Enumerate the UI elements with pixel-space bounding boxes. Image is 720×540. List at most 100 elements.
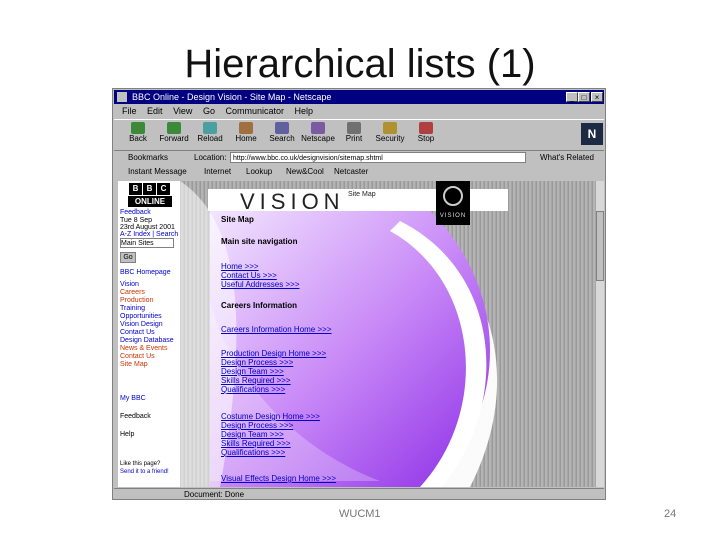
- site-map-heading: Site Map: [221, 215, 254, 224]
- link-design-process[interactable]: Design Process >>>: [221, 358, 293, 367]
- main-nav-heading: Main site navigation: [221, 237, 298, 246]
- link-visual-effects-home[interactable]: Visual Effects Design Home >>>: [221, 474, 336, 483]
- link-costume-design-team[interactable]: Design Team >>>: [221, 430, 284, 439]
- nav-link-vision[interactable]: Vision: [120, 281, 139, 288]
- netscape-icon: [311, 122, 325, 134]
- status-bar: Document: Done: [114, 488, 604, 500]
- instant-message-link[interactable]: Instant Message: [128, 166, 187, 178]
- date-line-2: 23rd August 2001: [120, 224, 175, 231]
- security-button[interactable]: Security: [372, 122, 408, 148]
- link-useful-addresses[interactable]: Useful Addresses >>>: [221, 280, 300, 289]
- nav-link-vision-design[interactable]: Vision Design: [120, 321, 163, 328]
- reload-button[interactable]: Reload: [192, 122, 228, 148]
- nav-link-contact-us[interactable]: Contact Us: [120, 329, 155, 336]
- location-bar: Bookmarks Location: http://www.bbc.co.uk…: [114, 151, 604, 164]
- feedback-top-link[interactable]: Feedback: [120, 209, 151, 216]
- back-button[interactable]: Back: [120, 122, 156, 148]
- security-label: Security: [375, 134, 405, 143]
- internet-link[interactable]: Internet: [204, 166, 231, 178]
- page-content: B B C ONLINE Feedback Tue 8 Sep 23rd Aug…: [118, 181, 596, 487]
- nav-link-feedback[interactable]: Feedback: [120, 413, 151, 420]
- menu-edit[interactable]: Edit: [147, 106, 163, 116]
- search-icon: [275, 122, 289, 134]
- url-field[interactable]: http://www.bbc.co.uk/designvision/sitema…: [230, 152, 526, 163]
- link-production-design-home[interactable]: Production Design Home >>>: [221, 349, 326, 358]
- main-sites-select[interactable]: Main Sites: [120, 238, 174, 248]
- home-label: Home: [235, 134, 257, 143]
- forward-button[interactable]: Forward: [156, 122, 192, 148]
- nav-link-design-database[interactable]: Design Database: [120, 337, 174, 344]
- link-home[interactable]: Home >>>: [221, 262, 259, 271]
- menu-communicator[interactable]: Communicator: [225, 106, 284, 116]
- nav-link-production[interactable]: Production: [120, 297, 153, 304]
- menu-go[interactable]: Go: [203, 106, 215, 116]
- new-and-cool-link[interactable]: New&Cool: [286, 166, 324, 178]
- whats-related-button[interactable]: What's Related: [540, 151, 594, 164]
- site-map-pane: VISION Site Map VISION Site Map Main sit…: [180, 181, 596, 487]
- nav-link-contact-us-2[interactable]: Contact Us: [120, 353, 155, 360]
- personal-toolbar: Instant Message Internet Lookup New&Cool…: [114, 166, 604, 178]
- menu-bar: File Edit View Go Communicator Help: [114, 105, 604, 117]
- az-index-search-link[interactable]: A-Z Index | Search: [120, 231, 178, 238]
- link-contact-us[interactable]: Contact Us >>>: [221, 271, 277, 280]
- careers-heading: Careers Information: [221, 301, 298, 310]
- nav-link-bbc-homepage[interactable]: BBC Homepage: [120, 269, 171, 276]
- printer-icon: [347, 122, 361, 134]
- link-design-team[interactable]: Design Team >>>: [221, 367, 284, 376]
- search-label: Search: [269, 134, 295, 143]
- vision-wordmark: VISION: [240, 189, 345, 214]
- link-skills-required[interactable]: Skills Required >>>: [221, 376, 291, 385]
- online-label: ONLINE: [128, 196, 172, 207]
- scrollbar-thumb[interactable]: [596, 211, 604, 281]
- like-this-page-text: Like this page?: [120, 461, 161, 467]
- forward-arrow-icon: [167, 122, 181, 134]
- vision-logo-text: VISION: [439, 213, 467, 219]
- close-button[interactable]: ×: [591, 92, 603, 102]
- vision-logo: VISION: [436, 181, 470, 225]
- search-button[interactable]: Search: [264, 122, 300, 148]
- back-label: Back: [129, 134, 147, 143]
- maximize-button[interactable]: □: [578, 92, 590, 102]
- status-text: Document: Done: [184, 490, 245, 499]
- print-label: Print: [345, 134, 363, 143]
- bbc-letter-b1: B: [129, 183, 142, 195]
- nav-link-news-events[interactable]: News & Events: [120, 345, 167, 352]
- nav-link-careers[interactable]: Careers: [120, 289, 145, 296]
- slide-page-number: 24: [664, 508, 677, 520]
- back-arrow-icon: [131, 122, 145, 134]
- netcaster-link[interactable]: Netcaster: [334, 166, 368, 178]
- nav-link-my-bbc[interactable]: My BBC: [120, 395, 146, 402]
- slide-footer: WUCM1: [339, 508, 381, 520]
- stop-button[interactable]: Stop: [408, 122, 444, 148]
- nav-link-training[interactable]: Training: [120, 305, 145, 312]
- link-costume-design-process[interactable]: Design Process >>>: [221, 421, 293, 430]
- link-careers-home[interactable]: Careers Information Home >>>: [221, 325, 332, 334]
- nav-link-help[interactable]: Help: [120, 431, 134, 438]
- stop-label: Stop: [417, 134, 435, 143]
- vertical-scrollbar[interactable]: [596, 181, 604, 487]
- send-to-friend-link[interactable]: Send it to a friend!: [120, 469, 169, 475]
- nav-link-opportunities[interactable]: Opportunities: [120, 313, 162, 320]
- forward-label: Forward: [159, 134, 189, 143]
- bookmarks-button[interactable]: Bookmarks: [128, 151, 168, 164]
- lookup-link[interactable]: Lookup: [246, 166, 272, 178]
- nav-link-site-map[interactable]: Site Map: [120, 361, 148, 368]
- print-button[interactable]: Print: [336, 122, 372, 148]
- minimize-button[interactable]: _: [566, 92, 578, 102]
- link-costume-design-home[interactable]: Costume Design Home >>>: [221, 412, 320, 421]
- link-qualifications[interactable]: Qualifications >>>: [221, 385, 285, 394]
- netscape-logo-icon: N: [581, 123, 603, 145]
- slide-title: Hierarchical lists (1): [184, 42, 536, 86]
- netscape-button[interactable]: Netscape: [300, 122, 336, 148]
- home-button[interactable]: Home: [228, 122, 264, 148]
- stop-icon: [419, 122, 433, 134]
- ring-icon: [443, 186, 463, 206]
- link-costume-skills-required[interactable]: Skills Required >>>: [221, 439, 291, 448]
- menu-view[interactable]: View: [173, 106, 192, 116]
- menu-file[interactable]: File: [122, 106, 137, 116]
- lock-icon: [383, 122, 397, 134]
- menu-help[interactable]: Help: [295, 106, 314, 116]
- netscape-app-icon: [117, 92, 127, 102]
- link-costume-qualifications[interactable]: Qualifications >>>: [221, 448, 285, 457]
- go-button[interactable]: Go: [120, 252, 136, 263]
